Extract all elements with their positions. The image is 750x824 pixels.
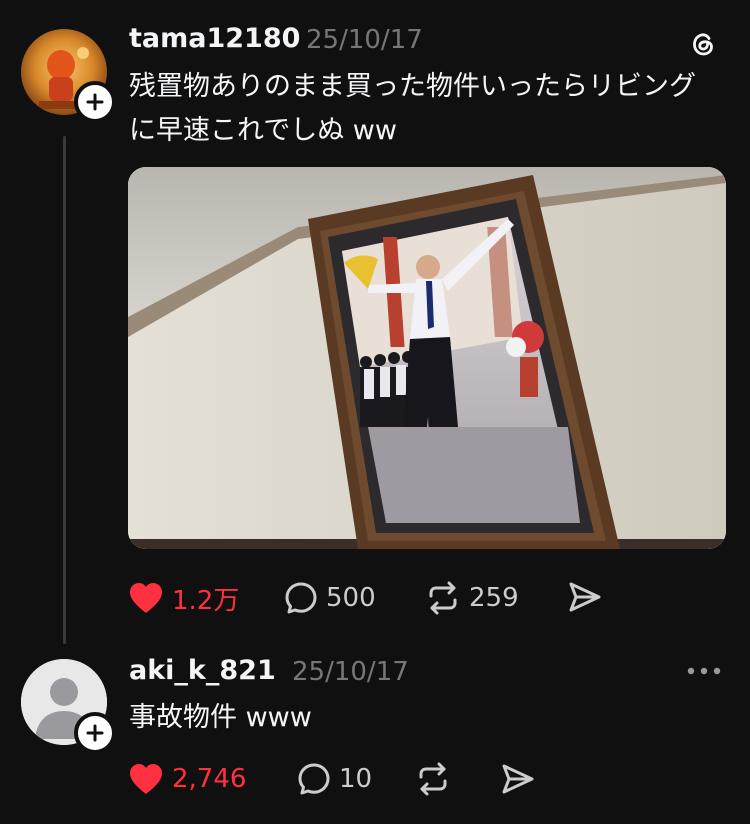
post-repost-button[interactable]: 259 — [425, 576, 519, 620]
post-image[interactable] — [128, 167, 726, 549]
post-like-count: 1.2万 — [172, 585, 240, 616]
comment-bubble-icon — [285, 582, 317, 614]
post-text: 残置物ありのまま買った物件いったらリビング に早速これでしぬ ww — [129, 65, 696, 153]
reply-username[interactable]: aki_k_821 — [129, 655, 276, 686]
post-username[interactable]: tama12180 — [129, 23, 300, 54]
repost-icon — [429, 581, 457, 615]
heart-filled-icon — [130, 764, 162, 794]
threads-logo-icon[interactable] — [686, 27, 720, 61]
post-like-button[interactable]: 1.2万 — [128, 576, 239, 620]
more-dots-icon — [687, 667, 721, 675]
reply-comment-button[interactable]: 10 — [297, 757, 372, 801]
heart-filled-icon — [130, 583, 162, 613]
reply-date: 25/10/17 — [292, 657, 409, 687]
post-date: 25/10/17 — [306, 25, 423, 55]
follow-plus-button[interactable] — [74, 81, 116, 123]
reply-comment-count: 10 — [339, 764, 373, 794]
post-comment-count: 500 — [326, 583, 376, 613]
post-repost-count: 259 — [469, 583, 519, 613]
post-text-line-1: 残置物ありのまま買った物件いったらリビング — [129, 71, 696, 102]
reply-repost-button[interactable] — [413, 760, 453, 798]
reply-like-count: 2,746 — [172, 764, 247, 794]
plus-icon — [86, 724, 104, 742]
reply-like-button[interactable]: 2,746 — [128, 757, 246, 801]
post-text-line-2: に早速これでしぬ ww — [129, 115, 397, 146]
reply-text: 事故物件 www — [129, 702, 312, 733]
reply-follow-plus-button[interactable] — [74, 712, 116, 754]
send-icon — [502, 764, 534, 794]
repost-icon — [419, 762, 447, 796]
plus-icon — [86, 93, 104, 111]
post-share-button[interactable] — [566, 578, 604, 616]
thread-line — [63, 136, 66, 644]
reply-share-button[interactable] — [499, 760, 537, 798]
send-icon — [569, 582, 601, 612]
more-options-button[interactable] — [684, 656, 724, 686]
comment-bubble-icon — [298, 763, 330, 795]
post-comment-button[interactable]: 500 — [284, 576, 376, 620]
